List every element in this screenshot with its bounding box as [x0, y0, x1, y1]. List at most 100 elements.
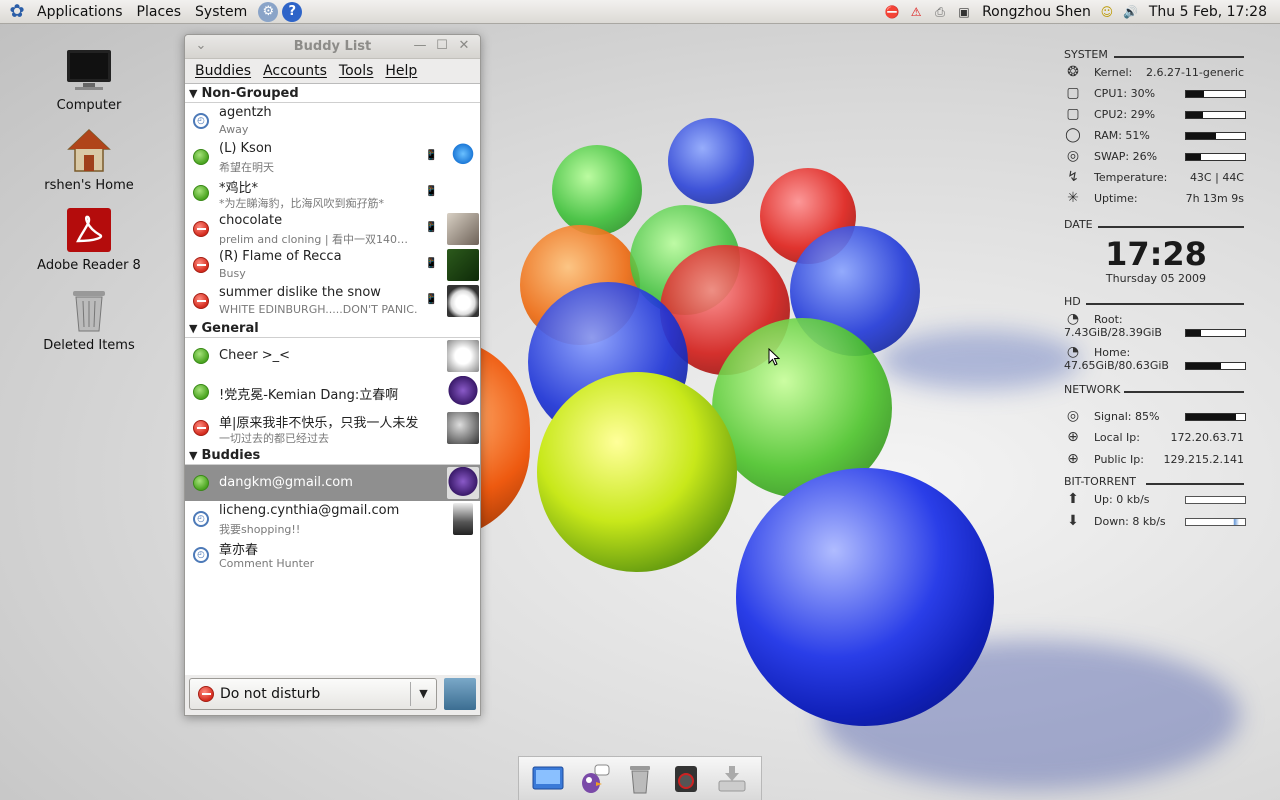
group-header-general[interactable]: ▼ General	[185, 319, 480, 338]
buddy-row[interactable]: *鸡比* *为左睇海豹，比海风吹到痴孖筋* 📱	[185, 175, 480, 211]
busy-status-icon	[193, 257, 209, 273]
buddy-name: chocolate	[219, 213, 283, 228]
buddy-row[interactable]: 单|原来我非不快乐，只我一人未发觉 一切过去的都已经过去	[185, 410, 480, 446]
root-value: 7.43GiB/28.39GiB	[1064, 326, 1162, 339]
bar-fill	[1186, 112, 1204, 118]
available-status-icon	[193, 384, 209, 400]
adobe-reader-icon	[65, 206, 113, 254]
status-selector[interactable]: Do not disturb ▼	[189, 678, 437, 710]
conky-date: Thursday 05 2009	[1105, 272, 1207, 285]
buddy-row[interactable]: (L) Kson 希望在明天 📱	[185, 139, 480, 175]
section-title: DATE	[1064, 218, 1093, 231]
status-bar: Do not disturb ▼	[189, 677, 476, 711]
desktop-icon-label: Computer	[56, 98, 122, 113]
menu-accounts[interactable]: Accounts	[257, 63, 333, 79]
download-label: Down: 8 kb/s	[1094, 515, 1166, 528]
buddy-row[interactable]: !党克冕-Kemian Dang:立春啊	[185, 374, 480, 410]
expand-triangle-icon[interactable]: ▼	[189, 87, 197, 100]
buddy-name: (R) Flame of Recca	[219, 249, 342, 264]
desktop-icon-deleted-items[interactable]: Deleted Items	[34, 286, 144, 353]
desktop-icon-computer[interactable]: Computer	[34, 46, 144, 113]
applications-menu[interactable]: Applications	[30, 0, 130, 24]
buddy-row-selected[interactable]: dangkm@gmail.com	[185, 465, 480, 501]
buddy-row[interactable]: chocolate prelim and cloning | 看中一双140… …	[185, 211, 480, 247]
help-icon[interactable]: ?	[282, 1, 303, 22]
panel-clock[interactable]: Thu 5 Feb, 17:28	[1149, 4, 1267, 20]
desktop-icon-home[interactable]: rshen's Home	[34, 126, 144, 193]
desktop-icon-label: rshen's Home	[44, 178, 134, 193]
places-menu[interactable]: Places	[130, 0, 189, 24]
signal-label: Signal: 85%	[1094, 410, 1160, 423]
panel-tray: ⛔ ⚠ ⎙ ▣ Rongzhou Shen ☺ 🔊 Thu 5 Feb, 17:…	[880, 0, 1280, 24]
buddy-row[interactable]: summer dislike the snow WHITE EDINBURGH.…	[185, 283, 480, 319]
top-panel: ✿ Applications Places System ⚙ ? ⛔ ⚠ ⎙ ▣…	[0, 0, 1280, 24]
window-titlebar[interactable]: ⌄ Buddy List — ☐ ✕	[185, 35, 480, 59]
printer-icon[interactable]: ⎙	[931, 3, 949, 21]
maximize-icon[interactable]: ☐	[434, 38, 450, 54]
swap-row: ◎ SWAP: 26%	[1064, 146, 1248, 167]
home-bar	[1185, 362, 1246, 370]
menubar: Buddies Accounts Tools Help	[185, 59, 480, 83]
buddy-list[interactable]: ▼ Non-Grouped ◴ agentzh Away (L) Kson 希望…	[185, 83, 480, 675]
buddy-avatar	[447, 412, 479, 444]
group-header-buddies[interactable]: ▼ Buddies	[185, 446, 480, 465]
buddy-row[interactable]: (R) Flame of Recca Busy 📱	[185, 247, 480, 283]
buddy-avatar	[447, 213, 479, 245]
cpu1-row: ▢ CPU1: 30%	[1064, 83, 1248, 104]
dropdown-arrow-icon[interactable]: ▼	[410, 682, 436, 706]
uptime-icon: ✳	[1067, 190, 1079, 206]
conky-section-hd: HD	[1064, 295, 1248, 309]
buddy-name: summer dislike the snow	[219, 285, 381, 300]
mouse-cursor-icon	[768, 348, 780, 366]
trash-icon[interactable]	[623, 762, 657, 796]
finder-icon[interactable]	[531, 762, 565, 796]
network-launcher-icon[interactable]: ⚙	[258, 1, 279, 22]
buddy-name: 章亦春	[219, 543, 259, 558]
buddy-row[interactable]: ◴ licheng.cynthia@gmail.com 我要shopping!!	[185, 501, 480, 537]
buddy-row[interactable]: Cheer >_<	[185, 338, 480, 374]
local-ip-label: Local Ip:	[1094, 431, 1140, 444]
root-value-row: 7.43GiB/28.39GiB	[1064, 325, 1248, 342]
available-status-icon	[193, 149, 209, 165]
pidgin-status-icon[interactable]: ⛔	[883, 3, 901, 21]
gnome-foot-icon[interactable]: ✿	[6, 1, 28, 23]
desktop-icon-adobe-reader[interactable]: Adobe Reader 8	[34, 206, 144, 273]
available-status-icon	[193, 348, 209, 364]
conky-section-date: DATE	[1064, 218, 1248, 232]
expand-triangle-icon[interactable]: ▼	[189, 449, 197, 462]
minimize-icon[interactable]: —	[412, 38, 428, 54]
speaker-icon[interactable]	[669, 762, 703, 796]
section-rule	[1124, 391, 1244, 393]
menu-tools[interactable]: Tools	[333, 63, 380, 79]
pidgin-icon[interactable]	[577, 762, 611, 796]
user-status-icon[interactable]: ☺	[1098, 3, 1116, 21]
upload-row: ⬆ Up: 0 kb/s	[1064, 489, 1248, 511]
volume-icon[interactable]: 🔊	[1122, 3, 1140, 21]
close-icon[interactable]: ✕	[456, 38, 472, 54]
upload-label: Up: 0 kb/s	[1094, 493, 1150, 506]
public-ip-value: 129.215.2.141	[1163, 453, 1244, 466]
buddy-avatar	[447, 467, 479, 499]
ram-label: RAM: 51%	[1094, 129, 1150, 142]
menu-buddies[interactable]: Buddies	[189, 63, 257, 79]
buddy-row[interactable]: ◴ 章亦春 Comment Hunter	[185, 537, 480, 573]
group-header-non-grouped[interactable]: ▼ Non-Grouped	[185, 84, 480, 103]
buddy-status-text: prelim and cloning | 看中一双140…	[219, 233, 409, 246]
system-menu[interactable]: System	[188, 0, 254, 24]
user-name[interactable]: Rongzhou Shen	[982, 4, 1091, 20]
network-monitor-icon[interactable]: ▣	[955, 3, 973, 21]
uptime-row: ✳ Uptime: 7h 13m 9s	[1064, 188, 1248, 209]
download-icon[interactable]	[715, 762, 749, 796]
mobile-phone-icon: 📱	[425, 150, 438, 161]
my-avatar[interactable]	[444, 678, 476, 710]
download-graph	[1185, 518, 1246, 526]
section-rule	[1146, 483, 1244, 485]
expand-triangle-icon[interactable]: ▼	[189, 322, 197, 335]
download-arrow-icon: ⬇	[1067, 513, 1079, 529]
warning-icon[interactable]: ⚠	[907, 3, 925, 21]
menu-help[interactable]: Help	[379, 63, 423, 79]
buddy-name: *鸡比*	[219, 181, 259, 196]
buddy-status-text: 希望在明天	[219, 161, 274, 174]
buddy-row[interactable]: ◴ agentzh Away	[185, 103, 480, 139]
buddy-name: 单|原来我非不快乐，只我一人未发觉	[219, 416, 419, 431]
